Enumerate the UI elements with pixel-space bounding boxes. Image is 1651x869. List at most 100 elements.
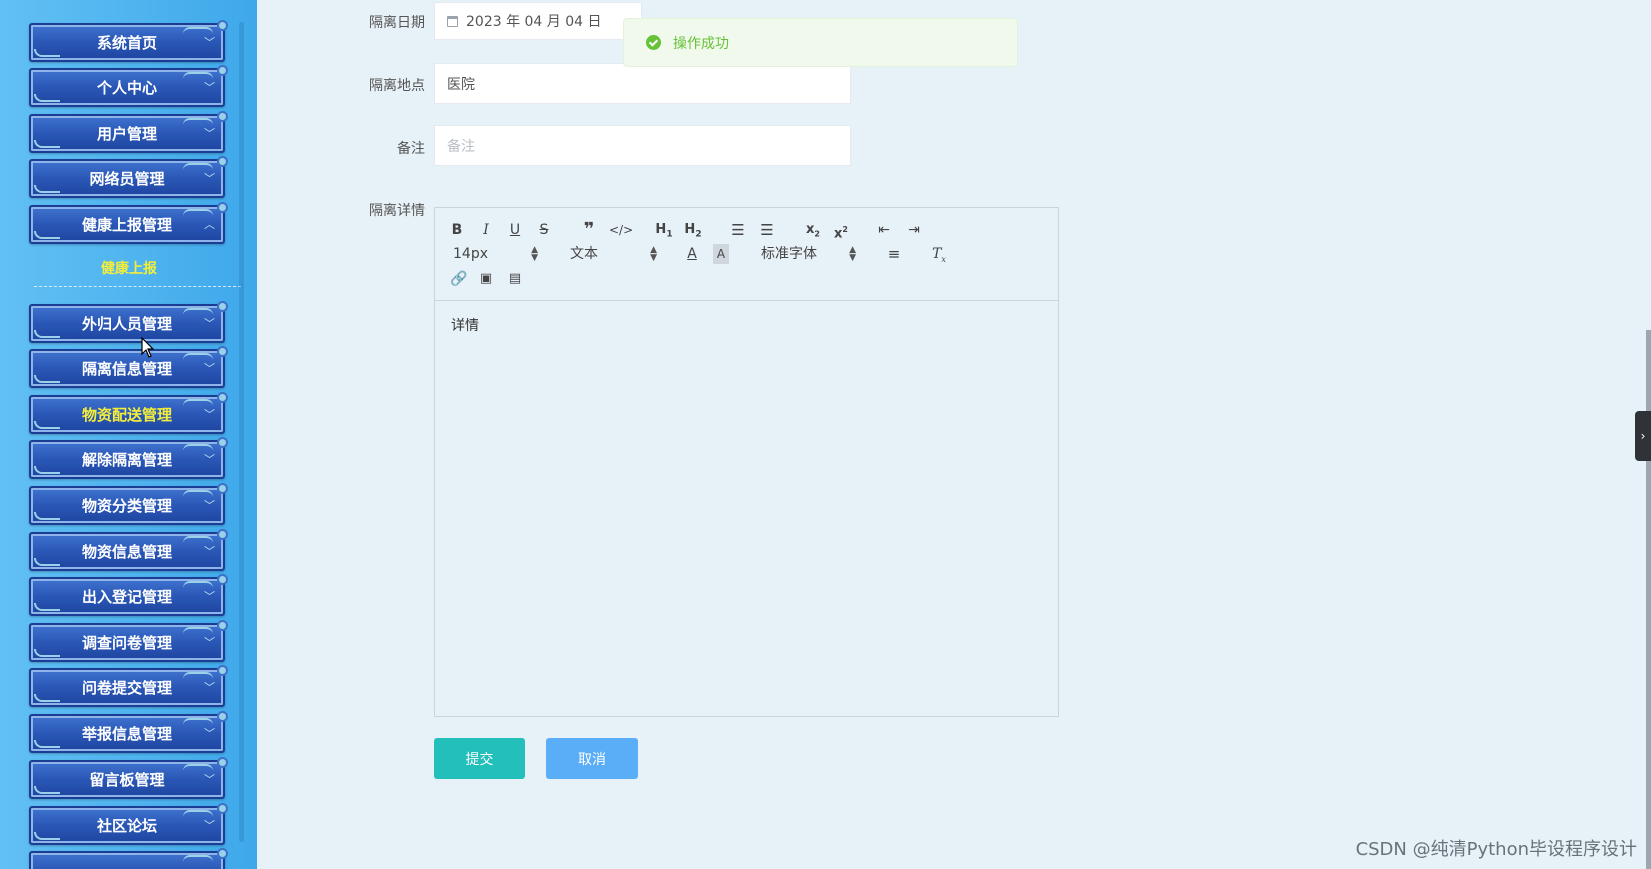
date-label: 隔离日期 [369,15,425,31]
chevron-icon: ﹀ [204,362,215,375]
underline-icon[interactable]: U [508,220,522,240]
sidebar-item-home[interactable]: ﹀ 系统首页 [29,20,228,62]
sidebar-item-label: 物资信息管理 [81,543,172,561]
sidebar-item-label: 系统首页 [96,34,157,52]
sidebar-item-label: 网络员管理 [89,170,165,188]
font-family-value: 标准字体 [761,246,817,262]
heading-1-icon[interactable]: H1 [654,220,674,240]
sidebar-item-label: 用户管理 [96,125,157,143]
subscript-icon[interactable]: x2 [803,220,823,240]
sidebar-item-isolation-info[interactable]: ﹀ 隔离信息管理 [29,346,228,388]
sidebar-item-personal-center[interactable]: ﹀ 个人中心 [29,65,228,107]
sidebar-item-label: 出入登记管理 [81,588,172,606]
location-value: 医院 [447,76,475,93]
sidebar-item-network-staff[interactable]: ﹀ 网络员管理 [29,156,228,198]
sidebar-item-partial[interactable] [29,848,228,869]
chevron-icon: ﹀ [204,81,215,94]
ordered-list-icon[interactable]: ☰ [729,220,747,240]
select-arrows-icon: ▲ ▼ [849,245,856,263]
strikethrough-icon[interactable]: S [537,220,551,240]
rich-text-editor[interactable]: B I U S ❞ </> H1 H2 ☰ ☰ x2 x2 ⇤ ⇥ 14px ▲… [434,207,1059,717]
sidebar-item-label: 物资配送管理 [81,406,172,424]
sidebar-item-label: 隔离信息管理 [81,360,172,378]
calendar-icon [447,15,458,27]
submenu-item-health-report[interactable]: 健康上报 [34,258,224,278]
font-color-icon[interactable]: A [684,244,700,264]
submit-button[interactable]: 提交 [434,738,525,779]
sidebar-item-entry-exit[interactable]: ﹀ 出入登记管理 [29,574,228,616]
code-icon[interactable]: </> [609,220,633,240]
chevron-up-icon: ︿ [204,218,215,231]
bold-icon[interactable]: B [450,220,464,240]
sidebar-item-survey-submission[interactable]: ﹀ 问卷提交管理 [29,665,228,707]
date-value: 2023 年 04 月 04 日 [466,14,602,30]
detail-label: 隔离详情 [369,203,425,219]
select-arrows-icon: ▲ ▼ [650,245,657,263]
background-color-icon[interactable]: A [713,244,729,264]
page: ﹀ 系统首页 ﹀ 个人中心 ﹀ 用户管理 ﹀ 网络员管理 ︿ 健康上报管理 健康上报 ﹀ 外… [0,0,1651,869]
chevron-icon: ﹀ [204,36,215,49]
sidebar-item-supply-category[interactable]: ﹀ 物资分类管理 [29,483,228,525]
sidebar-item-release-isolation[interactable]: ﹀ 解除隔离管理 [29,437,228,479]
sidebar-item-label: 健康上报管理 [81,216,172,234]
chevron-icon: ﹀ [204,499,215,512]
toast-message: 操作成功 [673,35,729,52]
italic-icon[interactable]: I [479,220,493,240]
cancel-button[interactable]: 取消 [546,738,638,779]
bullet-list-icon[interactable]: ☰ [758,220,776,240]
sidebar-item-report-info[interactable]: ﹀ 举报信息管理 [29,711,228,753]
sidebar-item-label: 问卷提交管理 [81,679,172,697]
mouse-cursor-icon [141,337,155,358]
chevron-icon: ﹀ [204,317,215,330]
remark-input[interactable]: 备注 [434,125,851,166]
font-family-select[interactable]: 标准字体 ▲ ▼ [761,244,856,264]
indent-icon[interactable]: ⇥ [905,220,923,240]
sidebar-item-returnee-management[interactable]: ﹀ 外归人员管理 [29,301,228,343]
sidebar-item-survey[interactable]: ﹀ 调查问卷管理 [29,620,228,662]
font-size-value: 14px [453,246,488,262]
chevron-icon: ﹀ [204,545,215,558]
editor-content[interactable]: 详情 [435,301,1058,349]
submenu-divider [34,286,241,287]
superscript-icon[interactable]: x2 [831,220,851,241]
chevron-icon: ﹀ [204,636,215,649]
editor-toolbar: B I U S ❞ </> H1 H2 ☰ ☰ x2 x2 ⇤ ⇥ 14px ▲… [435,208,1058,301]
remark-label: 备注 [397,141,425,157]
outdent-icon[interactable]: ⇤ [875,220,893,240]
blockquote-icon[interactable]: ❞ [581,220,597,240]
sidebar-item-label: 举报信息管理 [81,725,172,743]
header-select-value: 文本 [570,246,598,262]
align-icon[interactable]: ≡ [886,244,902,264]
sidebar-item-message-board[interactable]: ﹀ 留言板管理 [29,757,228,799]
image-icon[interactable]: ▣ [478,269,494,289]
chevron-icon: ﹀ [204,773,215,786]
sidebar-item-label: 解除隔离管理 [81,451,172,469]
location-label: 隔离地点 [369,78,425,94]
sidebar-item-user-management[interactable]: ﹀ 用户管理 [29,111,228,153]
date-picker[interactable]: 2023 年 04 月 04 日 [434,2,642,40]
watermark: CSDN @纯清Python毕设程序设计 [1355,839,1637,860]
video-icon[interactable]: ▤ [507,269,523,289]
editor-content-text: 详情 [451,318,479,334]
sidebar-item-label: 社区论坛 [96,817,157,835]
sidebar-item-supply-delivery[interactable]: ﹀ 物资配送管理 [29,392,228,434]
check-circle-icon [646,35,661,50]
clear-format-icon[interactable]: Tx [930,244,948,264]
sidebar-item-label: 个人中心 [96,79,157,97]
location-input[interactable]: 医院 [434,63,851,104]
sidebar-item-supply-info[interactable]: ﹀ 物资信息管理 [29,529,228,571]
side-panel-toggle[interactable]: › [1635,411,1651,461]
chevron-icon: ﹀ [204,127,215,140]
header-select[interactable]: 文本 ▲ ▼ [570,244,657,264]
heading-2-icon[interactable]: H2 [683,220,703,240]
chevron-icon: ﹀ [204,681,215,694]
chevron-icon: ﹀ [204,408,215,421]
sidebar-item-label: 调查问卷管理 [81,634,172,652]
sidebar: ﹀ 系统首页 ﹀ 个人中心 ﹀ 用户管理 ﹀ 网络员管理 ︿ 健康上报管理 健康上报 ﹀ 外… [0,0,257,869]
sidebar-item-community-forum[interactable]: ﹀ 社区论坛 [29,803,228,845]
sidebar-item-health-report[interactable]: ︿ 健康上报管理 [29,202,228,244]
link-icon[interactable]: 🔗 [450,269,467,289]
font-size-select[interactable]: 14px ▲ ▼ [453,244,538,264]
select-arrows-icon: ▲ ▼ [531,245,538,263]
sidebar-scrollbar[interactable] [239,22,244,842]
